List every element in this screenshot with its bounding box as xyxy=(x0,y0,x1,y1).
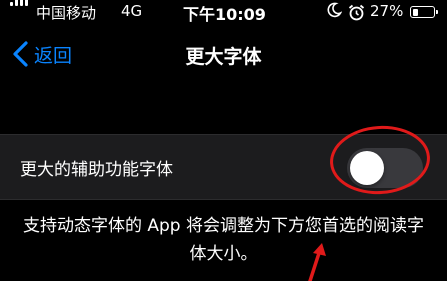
footer-description: 支持动态字体的 App 将会调整为下方您首选的阅读字体大小。 xyxy=(22,216,425,264)
navigation-bar: 返回 更大字体 xyxy=(0,28,447,80)
network-type: 4G xyxy=(121,2,143,20)
larger-accessibility-sizes-label: 更大的辅助功能字体 xyxy=(20,160,173,180)
carrier-name: 中国移动 xyxy=(36,4,97,22)
moon-icon xyxy=(326,2,343,22)
alarm-icon xyxy=(348,4,365,25)
battery-icon xyxy=(410,6,438,18)
status-bar: 中国移动 4G 下午10:09 27% xyxy=(0,0,447,26)
status-time: 下午10:09 xyxy=(183,5,266,24)
annotation-arrow xyxy=(308,243,326,281)
page-title: 更大字体 xyxy=(185,46,262,68)
battery-percent: 27% xyxy=(370,2,404,20)
